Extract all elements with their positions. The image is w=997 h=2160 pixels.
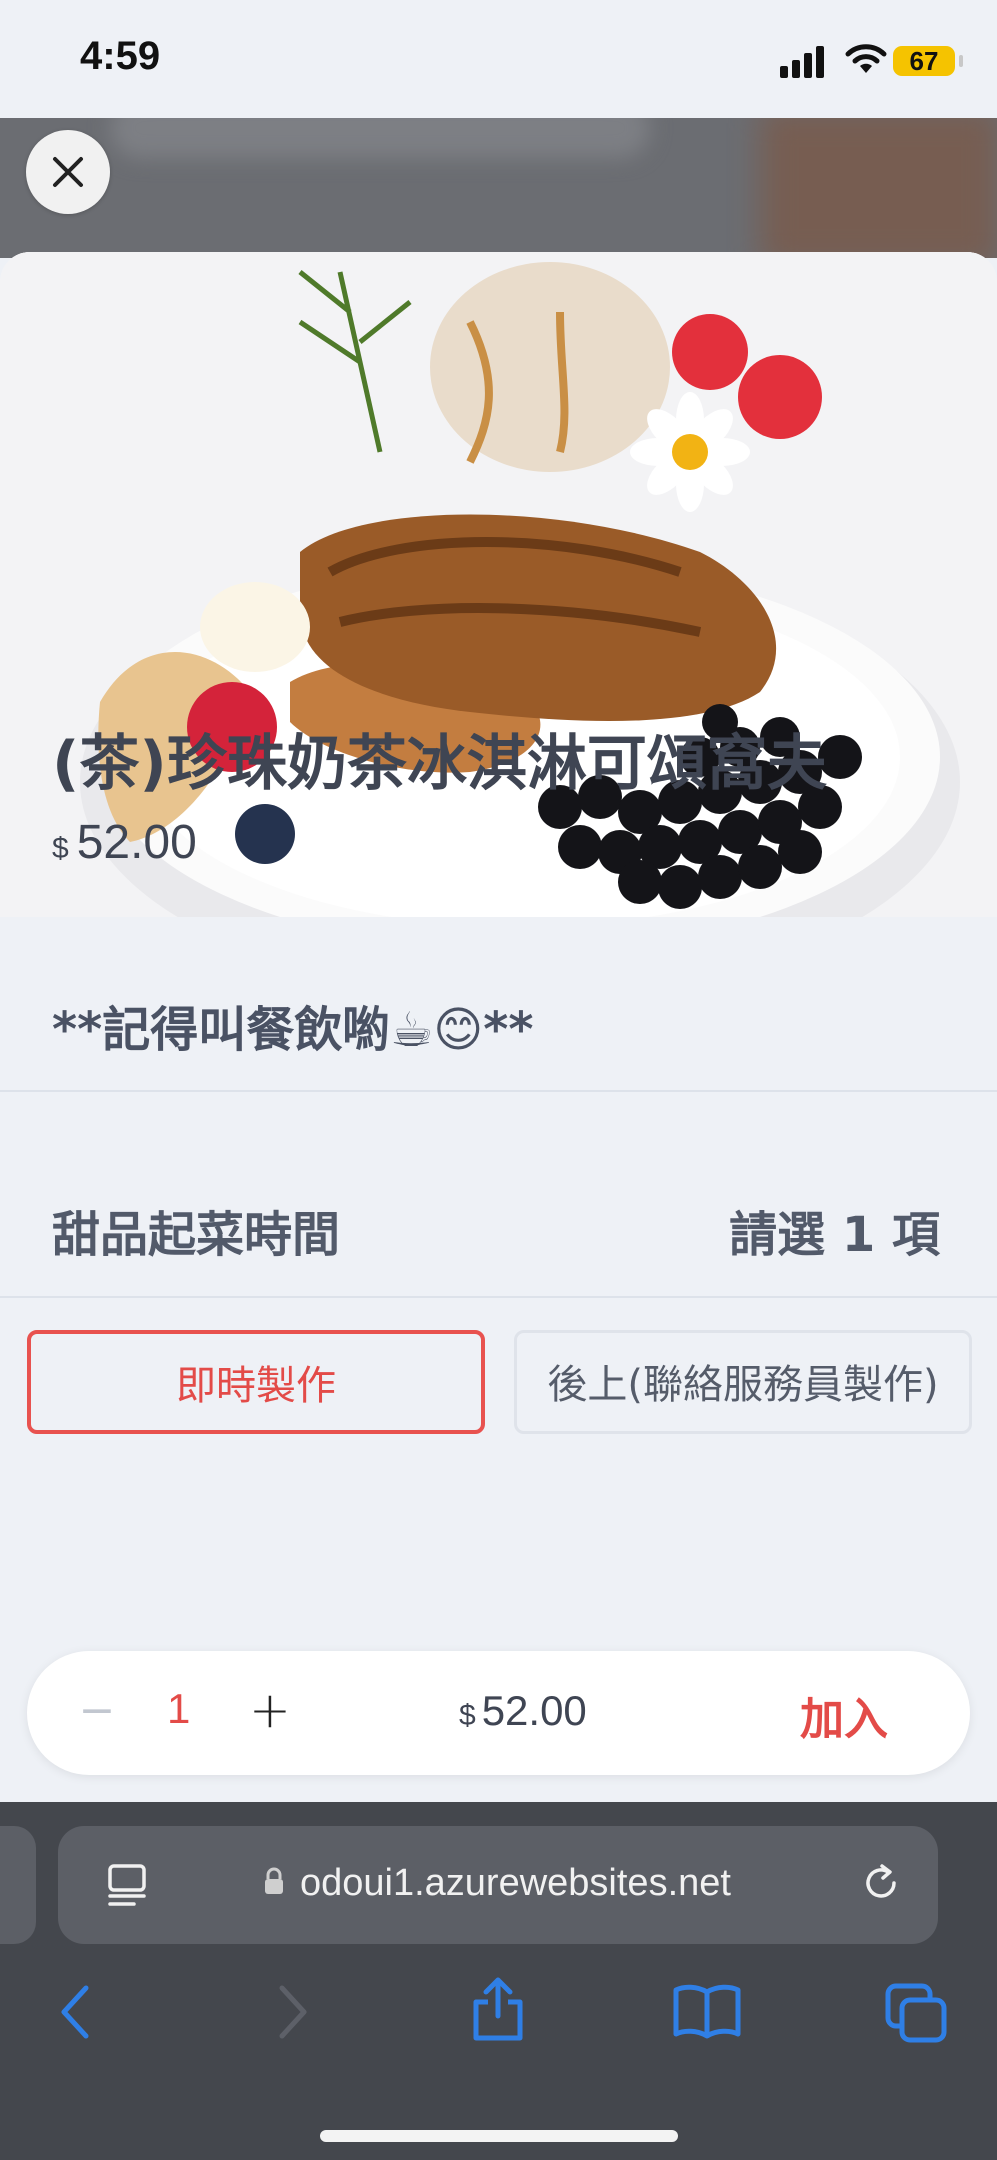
close-button[interactable] [26, 130, 110, 214]
share-icon[interactable] [468, 1974, 528, 2044]
price-currency: $ [52, 832, 69, 865]
bookmarks-icon[interactable] [672, 1982, 742, 2042]
tabs-icon[interactable] [884, 1982, 950, 2046]
page-menu-icon[interactable] [104, 1862, 150, 1908]
add-to-cart-bar: − 1 + $52.00 加入 [27, 1651, 970, 1775]
cart-total: $52.00 [459, 1687, 587, 1735]
total-currency: $ [459, 1699, 476, 1732]
product-note: **記得叫餐飲喲☕😊** [52, 1002, 534, 1058]
lock-icon [265, 1867, 283, 1894]
close-icon [53, 157, 83, 187]
option-later[interactable]: 後上(聯絡服務員製作) [514, 1330, 972, 1434]
cellular-signal-icon [780, 44, 830, 78]
status-time: 4:59 [80, 34, 161, 78]
add-to-cart-button[interactable]: 加入 [800, 1683, 888, 1747]
divider [0, 1090, 997, 1092]
divider [0, 1296, 997, 1298]
decrease-quantity-button[interactable]: − [77, 1689, 117, 1733]
options-group-title: 甜品起菜時間 [52, 1207, 341, 1263]
previous-tab-peek[interactable] [0, 1826, 36, 1944]
wifi-icon [845, 44, 887, 73]
options-group-requirement: 請選 1 項 [729, 1207, 940, 1263]
status-bar: 4:59 67 [0, 0, 997, 118]
product-price: $52.00 [52, 815, 197, 870]
increase-quantity-button[interactable]: + [249, 1685, 291, 1735]
browser-chrome: odoui1.azurewebsites.net [0, 1802, 997, 2160]
battery-icon: 67 [893, 46, 963, 76]
total-value: 52.00 [481, 1687, 587, 1734]
option-immediate[interactable]: 即時製作 [27, 1330, 485, 1434]
address-bar[interactable]: odoui1.azurewebsites.net [58, 1826, 938, 1944]
home-indicator [320, 2130, 678, 2142]
quantity-value: 1 [167, 1685, 191, 1732]
price-value: 52.00 [76, 816, 197, 869]
back-icon[interactable] [56, 1982, 96, 2042]
url-text[interactable]: odoui1.azurewebsites.net [300, 1862, 731, 1905]
reload-icon[interactable] [858, 1860, 904, 1906]
product-title: (茶)珍珠奶茶冰淇淋可頌窩夫 [52, 729, 827, 799]
page-backdrop [0, 118, 997, 258]
forward-icon[interactable] [272, 1982, 312, 2042]
